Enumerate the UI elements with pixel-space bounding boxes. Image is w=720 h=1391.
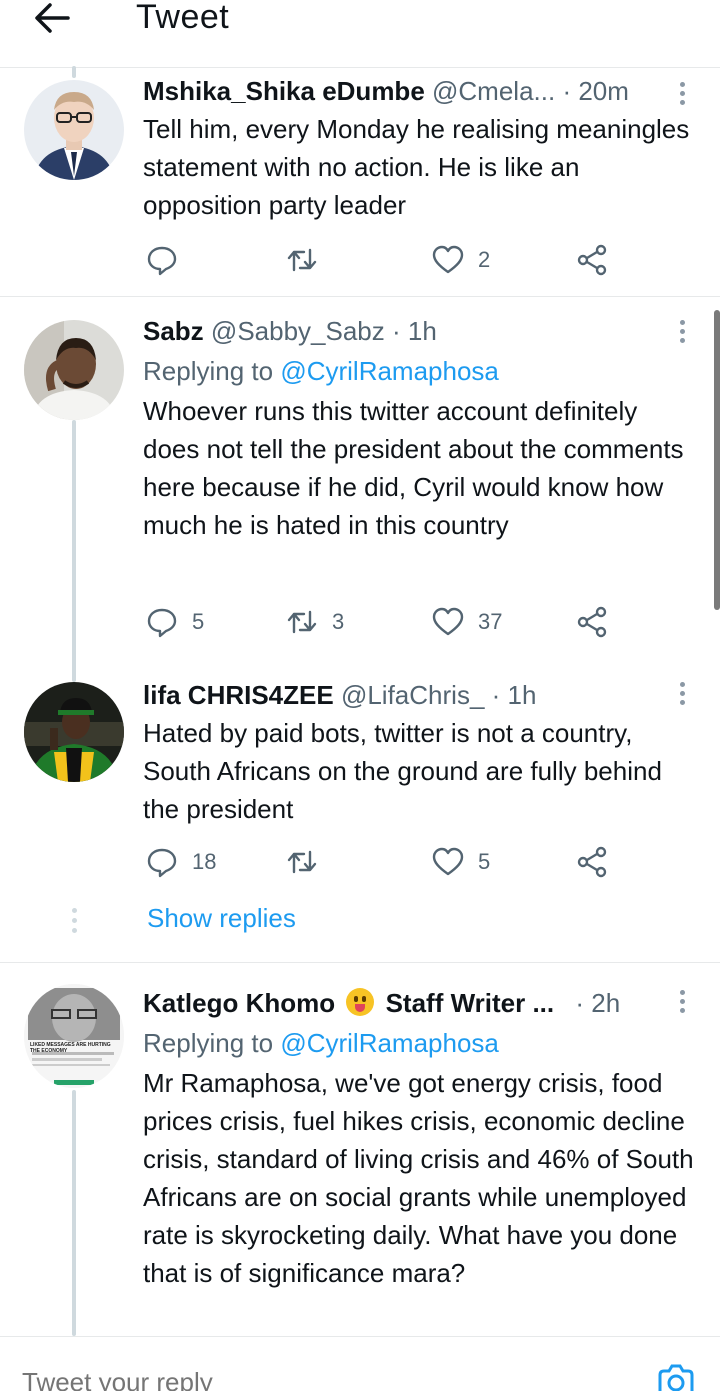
reply-icon — [147, 246, 177, 276]
timestamp: · 1h — [392, 316, 437, 346]
user-handle[interactable]: @LifaChris_ — [341, 680, 484, 710]
more-options-icon[interactable] — [678, 82, 686, 108]
avatar-caption: LIKED MESSAGES ARE HURTING THE ECONOMY — [30, 1042, 111, 1054]
back-arrow-icon[interactable] — [34, 2, 70, 34]
more-options-icon[interactable] — [678, 320, 686, 346]
tweet-text: Hated by paid bots, twitter is not a cou… — [143, 718, 662, 824]
avatar[interactable] — [24, 80, 124, 180]
retweet-icon — [287, 248, 317, 272]
heart-icon — [432, 607, 464, 636]
top-bar: Tweet — [0, 0, 720, 68]
retweet-count: 3 — [332, 609, 345, 634]
retweet-button[interactable] — [286, 240, 332, 280]
mention-link[interactable]: @CyrilRamaphosa — [280, 356, 499, 386]
display-name-suffix[interactable]: Staff Writer ... — [386, 988, 555, 1018]
replying-to-label: Replying to — [143, 356, 274, 386]
reply-button[interactable] — [146, 240, 192, 280]
tweet-meta: Sabz @Sabby_Sabz · 1h — [143, 314, 700, 348]
tweet-actions: 2 — [146, 240, 626, 280]
more-options-icon[interactable] — [678, 682, 686, 708]
scrollbar[interactable] — [714, 310, 720, 610]
tweet-text: Tell him, every Monday he realising mean… — [143, 114, 690, 220]
share-icon — [577, 846, 607, 878]
tweet-text: Whoever runs this twitter account defini… — [143, 396, 684, 540]
user-handle[interactable]: @Sabby_Sabz — [211, 316, 385, 346]
share-icon — [577, 244, 607, 276]
replying-to: Replying to @CyrilRamaphosa — [143, 352, 700, 390]
reply-button[interactable]: 18 — [146, 842, 216, 882]
avatar-image — [24, 682, 124, 782]
reply-icon — [147, 608, 177, 638]
tweet-meta: lifa CHRIS4ZEE @LifaChris_ · 1h — [143, 678, 700, 712]
like-button[interactable]: 37 — [432, 602, 502, 642]
thread-line — [72, 1090, 76, 1336]
more-options-icon[interactable] — [678, 990, 686, 1016]
like-count: 2 — [478, 247, 491, 272]
avatar[interactable] — [24, 320, 124, 420]
tweet-text: Mr Ramaphosa, we've got energy crisis, f… — [143, 1068, 694, 1288]
divider — [0, 296, 720, 297]
avatar[interactable] — [24, 682, 124, 782]
retweet-icon — [287, 610, 317, 634]
share-button[interactable] — [576, 842, 608, 882]
display-name[interactable]: Sabz — [143, 316, 204, 346]
heart-icon — [432, 847, 464, 876]
like-count: 37 — [478, 609, 503, 634]
more-replies-dots — [70, 908, 78, 938]
timestamp: · 2h — [575, 988, 621, 1018]
tweet-meta: Mshika_Shika eDumbe @Cmela... · 20m — [143, 74, 700, 108]
retweet-icon — [287, 850, 317, 874]
avatar-image — [24, 80, 124, 180]
avatar[interactable]: LIKED MESSAGES ARE HURTING THE ECONOMY — [24, 984, 124, 1088]
timestamp: · 20m — [562, 76, 629, 106]
reply-count: 5 — [192, 609, 205, 634]
tweet-meta: Katlego Khomo Staff Writer ... · 2h — [143, 986, 700, 1020]
tweet-actions: 18 5 — [146, 842, 626, 882]
thread-line — [72, 420, 76, 682]
replying-to: Replying to @CyrilRamaphosa — [143, 1024, 700, 1062]
avatar-image — [24, 984, 124, 1088]
show-replies-link[interactable]: Show replies — [147, 903, 296, 934]
like-button[interactable]: 2 — [432, 240, 490, 280]
reply-button[interactable]: 5 — [146, 602, 204, 642]
display-name[interactable]: Mshika_Shika eDumbe — [143, 76, 425, 106]
retweet-button[interactable]: 3 — [286, 602, 344, 642]
share-icon — [577, 606, 607, 638]
avatar-image — [24, 320, 124, 420]
like-count: 5 — [478, 849, 491, 874]
reply-input[interactable] — [22, 1367, 422, 1391]
reply-count: 18 — [192, 849, 217, 874]
reply-bar — [0, 1336, 720, 1391]
camera-icon[interactable] — [656, 1361, 696, 1391]
share-button[interactable] — [576, 240, 608, 280]
heart-icon — [432, 245, 464, 274]
reply-icon — [147, 848, 177, 878]
tweet-actions: 5 3 37 — [146, 602, 626, 642]
mention-link[interactable]: @CyrilRamaphosa — [280, 1028, 499, 1058]
retweet-button[interactable] — [286, 842, 332, 882]
display-name[interactable]: Katlego Khomo — [143, 988, 335, 1018]
share-button[interactable] — [576, 602, 608, 642]
divider — [0, 962, 720, 963]
replying-to-label: Replying to — [143, 1028, 274, 1058]
timestamp: · 1h — [491, 680, 537, 710]
user-handle[interactable]: @Cmela... — [432, 76, 555, 106]
thread-line — [72, 66, 76, 78]
like-button[interactable]: 5 — [432, 842, 490, 882]
page-title: Tweet — [136, 0, 230, 36]
display-name[interactable]: lifa CHRIS4ZEE — [143, 680, 334, 710]
tongue-out-emoji-icon — [346, 988, 375, 1016]
